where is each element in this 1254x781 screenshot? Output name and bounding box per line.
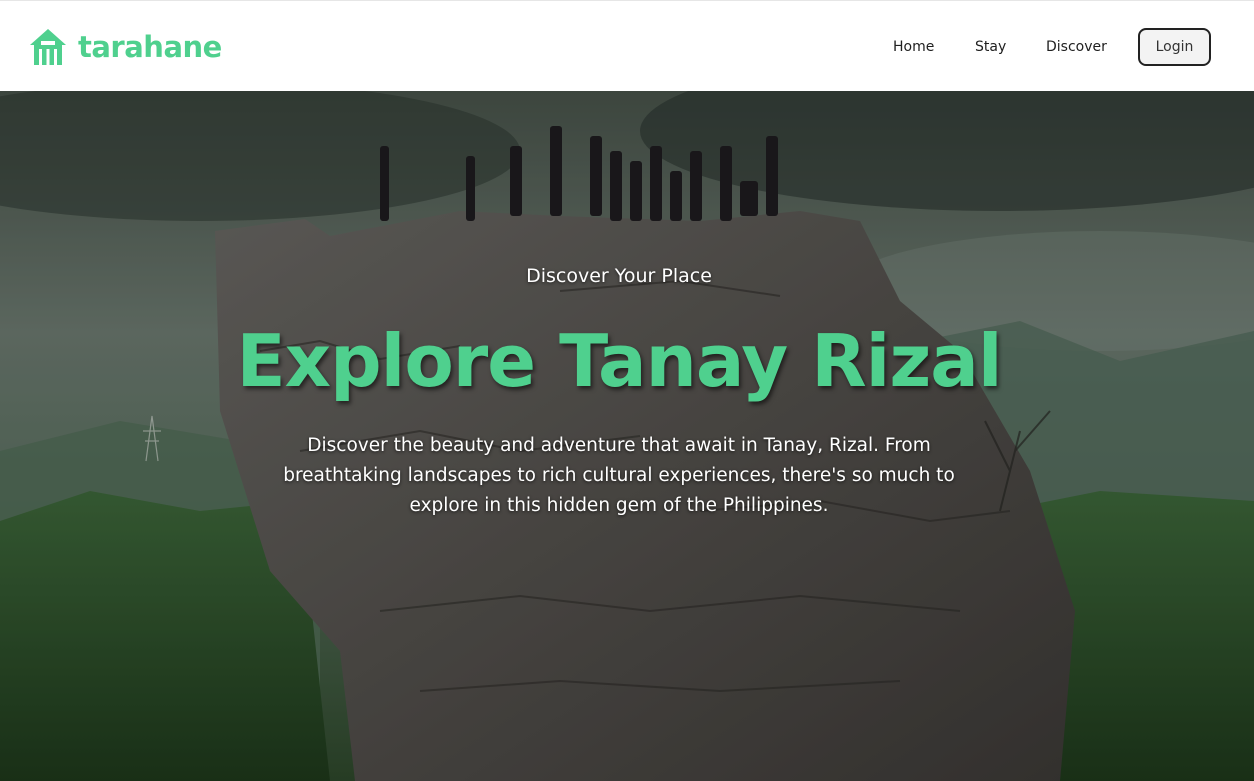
hero-section: Discover Your Place Explore Tanay Rizal … <box>0 91 1254 781</box>
login-button[interactable]: Login <box>1138 28 1211 66</box>
hero-eyebrow: Discover Your Place <box>526 265 712 287</box>
navbar: tarahane Home Stay Discover Login <box>0 0 1254 91</box>
hero-title: Explore Tanay Rizal <box>236 319 1002 403</box>
hero-description: Discover the beauty and adventure that a… <box>283 435 955 516</box>
nav-link-discover[interactable]: Discover <box>1046 37 1107 57</box>
nav-link-home[interactable]: Home <box>893 37 934 57</box>
nav-link-stay[interactable]: Stay <box>975 37 1006 57</box>
main-nav: Home Stay Discover <box>0 1 1254 92</box>
